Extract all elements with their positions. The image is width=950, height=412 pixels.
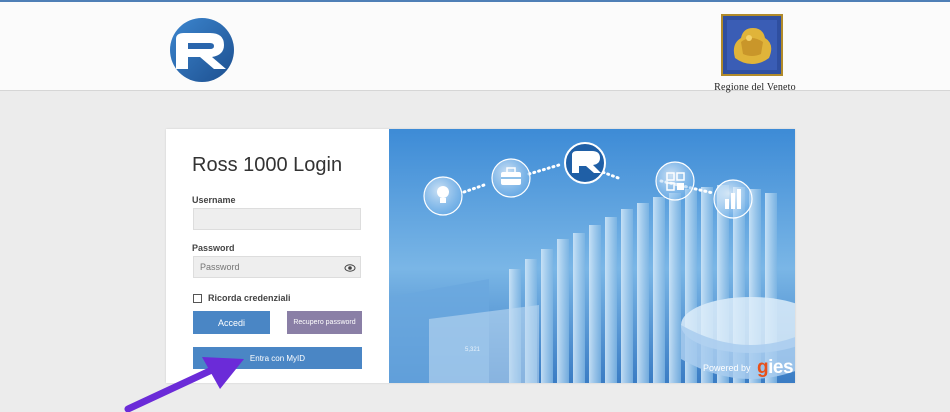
page-title: Ross 1000 Login bbox=[192, 154, 343, 176]
ross-r-logo-icon bbox=[564, 142, 606, 184]
veneto-lion-crest-icon bbox=[721, 14, 783, 76]
login-button[interactable]: Accedi bbox=[193, 311, 270, 334]
username-label: Username bbox=[192, 195, 236, 205]
password-label: Password bbox=[192, 243, 235, 253]
ross-r-logo-icon[interactable] bbox=[166, 17, 238, 83]
hero-illustration: 5,321 bbox=[389, 129, 795, 383]
hero-image: 5,321 Powered by gies bbox=[389, 129, 795, 383]
region-logo: Regione del Veneto bbox=[700, 10, 810, 93]
bar-chart-icon bbox=[713, 179, 753, 219]
password-field[interactable] bbox=[193, 256, 361, 278]
username-field[interactable] bbox=[193, 208, 361, 230]
header: Regione del Veneto bbox=[0, 2, 950, 93]
recover-password-button[interactable]: Recupero password bbox=[287, 311, 362, 334]
gies-logo: gies bbox=[756, 357, 794, 378]
lightbulb-icon bbox=[423, 176, 463, 216]
powered-by: Powered by gies bbox=[703, 357, 794, 378]
login-card: Ross 1000 Login Username Password Ricord… bbox=[166, 129, 795, 383]
remember-checkbox[interactable] bbox=[193, 294, 202, 303]
eye-icon[interactable] bbox=[344, 262, 356, 274]
login-form: Ross 1000 Login Username Password Ricord… bbox=[166, 129, 389, 383]
remember-credentials[interactable]: Ricorda credenziali bbox=[193, 293, 383, 307]
powered-by-label: Powered by bbox=[703, 363, 751, 373]
remember-label: Ricorda credenziali bbox=[208, 293, 291, 303]
annotation-arrow-icon bbox=[124, 357, 244, 412]
briefcase-icon bbox=[491, 158, 531, 198]
chart-value: 5,321 bbox=[465, 347, 481, 353]
grid-icon bbox=[655, 161, 695, 201]
